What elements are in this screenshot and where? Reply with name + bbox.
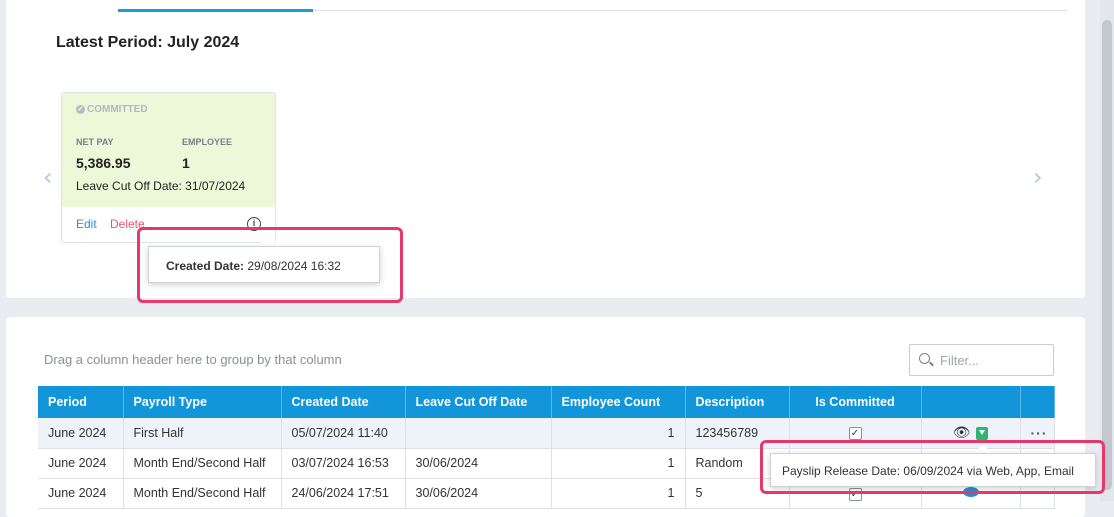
- cell-period: June 2024: [38, 418, 124, 449]
- column-header-period[interactable]: Period: [38, 386, 124, 418]
- check-circle-icon: ✓: [76, 105, 85, 114]
- filter-box[interactable]: [909, 344, 1054, 376]
- column-header-employee-count[interactable]: Employee Count: [551, 386, 686, 418]
- grid-header-row: Period Payroll Type Created Date Leave C…: [38, 386, 1055, 418]
- cell-period: June 2024: [38, 448, 124, 479]
- cell-leave-cutoff: 30/06/2024: [405, 478, 552, 509]
- filter-input[interactable]: [938, 351, 1048, 369]
- column-header-actions: [921, 386, 1021, 418]
- prev-period-arrow-icon[interactable]: ‹: [43, 165, 53, 189]
- cell-employee-count: 1: [551, 448, 686, 479]
- column-header-is-committed[interactable]: Is Committed: [789, 386, 922, 418]
- column-header-description[interactable]: Description: [685, 386, 790, 418]
- net-pay-value: 5,386.95: [76, 155, 131, 171]
- committed-checkbox[interactable]: ✓: [848, 427, 862, 441]
- scrollbar-thumb[interactable]: [1102, 20, 1112, 490]
- cell-leave-cutoff: 30/06/2024: [405, 448, 552, 479]
- group-by-hint[interactable]: Drag a column header here to group by th…: [44, 352, 342, 367]
- cell-created-date: 05/07/2024 11:40: [281, 418, 406, 449]
- cell-employee-count: 1: [551, 418, 686, 449]
- cell-created-date: 03/07/2024 16:53: [281, 448, 406, 479]
- committed-status: COMMITTED: [87, 104, 148, 115]
- period-card: ✓ COMMITTED NET PAY EMPLOYEE 5,386.95 1 …: [61, 92, 276, 243]
- active-tab-indicator[interactable]: [118, 9, 313, 12]
- cell-payroll-type: Month End/Second Half: [123, 478, 282, 509]
- cell-period: June 2024: [38, 478, 124, 509]
- net-pay-label: NET PAY: [76, 137, 114, 147]
- cell-payroll-type: First Half: [123, 418, 282, 449]
- column-header-leave-cutoff[interactable]: Leave Cut Off Date: [405, 386, 552, 418]
- edit-link[interactable]: Edit: [76, 217, 97, 231]
- latest-period-title: Latest Period: July 2024: [56, 34, 240, 51]
- payslip-tooltip-highlight: [760, 440, 1105, 494]
- search-icon: [919, 353, 930, 364]
- more-options-icon[interactable]: ···: [1031, 425, 1048, 441]
- next-period-arrow-icon[interactable]: ›: [1033, 165, 1043, 189]
- page-scrollbar[interactable]: [1100, 0, 1114, 501]
- column-header-created-date[interactable]: Created Date: [281, 386, 406, 418]
- leave-cutoff-date: Leave Cut Off Date: 31/07/2024: [76, 179, 246, 193]
- created-tooltip-highlight: [137, 227, 403, 303]
- period-card-summary: ✓ COMMITTED NET PAY EMPLOYEE 5,386.95 1 …: [62, 93, 275, 207]
- committed-badge: ✓ COMMITTED: [76, 104, 148, 115]
- payslip-download-icon[interactable]: [976, 427, 989, 441]
- view-eye-icon[interactable]: 👁: [953, 424, 971, 440]
- cell-payroll-type: Month End/Second Half: [123, 448, 282, 479]
- cell-employee-count: 1: [551, 478, 686, 509]
- column-header-more: [1020, 386, 1055, 418]
- employee-count-value: 1: [182, 155, 190, 171]
- employee-label: EMPLOYEE: [182, 137, 233, 147]
- column-header-payroll-type[interactable]: Payroll Type: [123, 386, 282, 418]
- cell-leave-cutoff: [405, 418, 552, 449]
- cell-created-date: 24/06/2024 17:51: [281, 478, 406, 509]
